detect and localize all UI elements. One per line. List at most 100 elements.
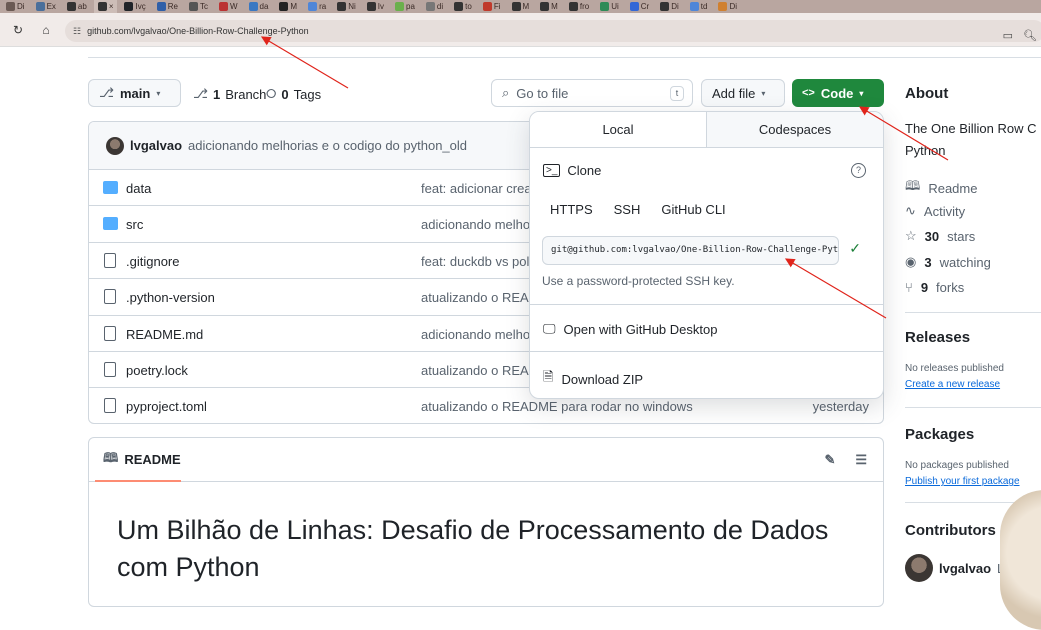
browser-tab[interactable]: M (508, 0, 534, 13)
protocol-tab-https[interactable]: HTTPS (550, 202, 593, 217)
file-name[interactable]: .python-version (126, 290, 215, 305)
commit-message[interactable]: adicionando melhorias e o codigo do pyth… (188, 138, 467, 153)
favicon-icon (395, 2, 405, 11)
clone-url-input[interactable]: git@github.com:lvgalvao/One-Billion-Row-… (542, 236, 839, 265)
commit-message[interactable]: atualizando o READ (421, 290, 538, 305)
commit-message[interactable]: feat: duckdb vs pola (421, 254, 537, 269)
browser-tab[interactable]: W (215, 0, 242, 13)
browser-tab[interactable]: Di (714, 0, 741, 13)
file-name[interactable]: src (126, 217, 143, 232)
publish-package-link[interactable]: Publish your first package (905, 476, 1020, 487)
browser-tab-label: Ex (46, 2, 56, 11)
browser-tab[interactable]: Ni (333, 0, 360, 13)
browser-tab[interactable]: pa (391, 0, 419, 13)
contributor-item[interactable]: lvgalvao Lu (905, 554, 1012, 582)
file-name[interactable]: README.md (126, 327, 203, 342)
url-field[interactable]: ☷ github.com/lvgalvao/One-Billion-Row-Ch… (65, 20, 1041, 42)
commit-message[interactable]: adicionando melhor (421, 327, 534, 342)
zoom-icon[interactable]: 🔍︎ (1023, 29, 1037, 42)
go-to-file-search[interactable]: ⌕ Go to file t (491, 79, 693, 107)
browser-tab-label: da (259, 2, 269, 11)
browser-tab[interactable]: Di (656, 0, 683, 13)
favicon-icon (337, 2, 347, 11)
forks-link[interactable]: ⑂ 9 forks (905, 280, 964, 295)
browser-tab-label: to (465, 2, 472, 11)
releases-title[interactable]: Releases (905, 329, 970, 346)
commit-message[interactable]: atualizando o READ (421, 363, 538, 378)
commit-message[interactable]: atualizando o README para rodar no windo… (421, 399, 693, 414)
browser-tab[interactable]: M (275, 0, 301, 13)
commit-message[interactable]: adicionando melhor (421, 217, 534, 232)
code-label: Code (820, 85, 854, 101)
browser-tab[interactable]: Cr (626, 0, 653, 13)
stars-link[interactable]: ☆ 30 stars (905, 228, 975, 244)
browser-tab[interactable]: Ex (32, 0, 60, 13)
watching-link[interactable]: ◉ 3 watching (905, 254, 991, 270)
avatar[interactable] (106, 136, 124, 155)
file-name[interactable]: .gitignore (126, 254, 179, 269)
watching-label: watching (939, 254, 991, 270)
favicon-icon (248, 2, 258, 11)
readme-tab[interactable]: README (124, 452, 180, 467)
browser-tab-label: M (551, 2, 558, 11)
browser-tab[interactable]: Ivç (120, 0, 149, 13)
favicon-icon (540, 2, 550, 11)
file-icon (104, 325, 116, 341)
readme-link[interactable]: 🕮︎ Readme (905, 177, 977, 199)
browser-tab[interactable]: td (686, 0, 712, 13)
code-button[interactable]: <> Code ▾ (792, 79, 884, 107)
create-release-link[interactable]: Create a new release (905, 379, 1000, 390)
outline-icon[interactable]: ☰ (855, 452, 867, 468)
download-zip-button[interactable]: 🗎︎ Download ZIP (543, 368, 643, 390)
browser-tab[interactable]: × (93, 0, 118, 13)
edit-icon[interactable]: ✎ (824, 452, 835, 468)
file-name[interactable]: data (126, 181, 151, 196)
check-icon[interactable]: ✓ (849, 240, 861, 257)
file-icon (104, 289, 116, 305)
reload-icon[interactable]: ↻ (8, 23, 28, 37)
browser-tab[interactable]: fro (565, 0, 593, 13)
browser-tab[interactable]: Iv (363, 0, 388, 13)
file-name[interactable]: pyproject.toml (126, 399, 207, 414)
browser-tab[interactable]: Tc (185, 0, 212, 13)
activity-link[interactable]: ∿ Activity (905, 203, 965, 219)
browser-tab-label: Di (17, 2, 25, 11)
browser-tab-label: M (290, 2, 298, 11)
browser-tab[interactable]: Fi (479, 0, 505, 13)
book-icon: 🕮︎ (905, 178, 921, 193)
add-file-button[interactable]: Add file ▾ (701, 79, 785, 107)
browser-tab[interactable]: Re (153, 0, 182, 13)
browser-tab[interactable]: Ui (596, 0, 623, 13)
dropdown-divider (530, 304, 883, 305)
cast-icon[interactable]: ▭ (1003, 29, 1013, 42)
tab-codespaces[interactable]: Codespaces (707, 112, 883, 147)
file-name[interactable]: poetry.lock (126, 363, 188, 378)
browser-tab[interactable]: to (450, 0, 476, 13)
packages-title[interactable]: Packages (905, 426, 974, 443)
search-placeholder: Go to file (516, 85, 569, 101)
browser-tab[interactable]: ra (304, 0, 330, 13)
fork-icon: ⑂ (905, 280, 913, 295)
stars-count: 30 (924, 228, 940, 244)
browser-tab[interactable]: ab (63, 0, 91, 13)
protocol-tab-ssh[interactable]: SSH (614, 202, 641, 217)
favicon-icon (482, 2, 492, 11)
open-desktop-button[interactable]: 🖵︎ Open with GitHub Desktop (543, 321, 717, 337)
protocol-tab-github-cli[interactable]: GitHub CLI (661, 202, 725, 217)
browser-tab[interactable]: Di (2, 0, 29, 13)
commit-author[interactable]: lvgalvao (130, 138, 182, 153)
browser-tab[interactable]: M (536, 0, 562, 13)
tab-local[interactable]: Local (530, 112, 707, 147)
home-icon[interactable]: ⌂ (36, 23, 56, 37)
folder-icon (103, 217, 118, 231)
tags-link[interactable]: ⭘ 0 Tags (266, 86, 321, 102)
branches-link[interactable]: ⎇ 1 Branch (193, 86, 266, 102)
browser-tab[interactable]: di (422, 0, 447, 13)
favicon-icon (308, 2, 318, 11)
branch-selector[interactable]: ⎇ main ▾ (88, 79, 181, 107)
browser-tab[interactable]: da (245, 0, 273, 13)
help-icon[interactable]: ? (851, 163, 866, 178)
commit-message[interactable]: feat: adicionar creat (421, 181, 535, 196)
active-tab-underline (95, 480, 181, 482)
site-info-icon[interactable]: ☷ (73, 26, 81, 37)
